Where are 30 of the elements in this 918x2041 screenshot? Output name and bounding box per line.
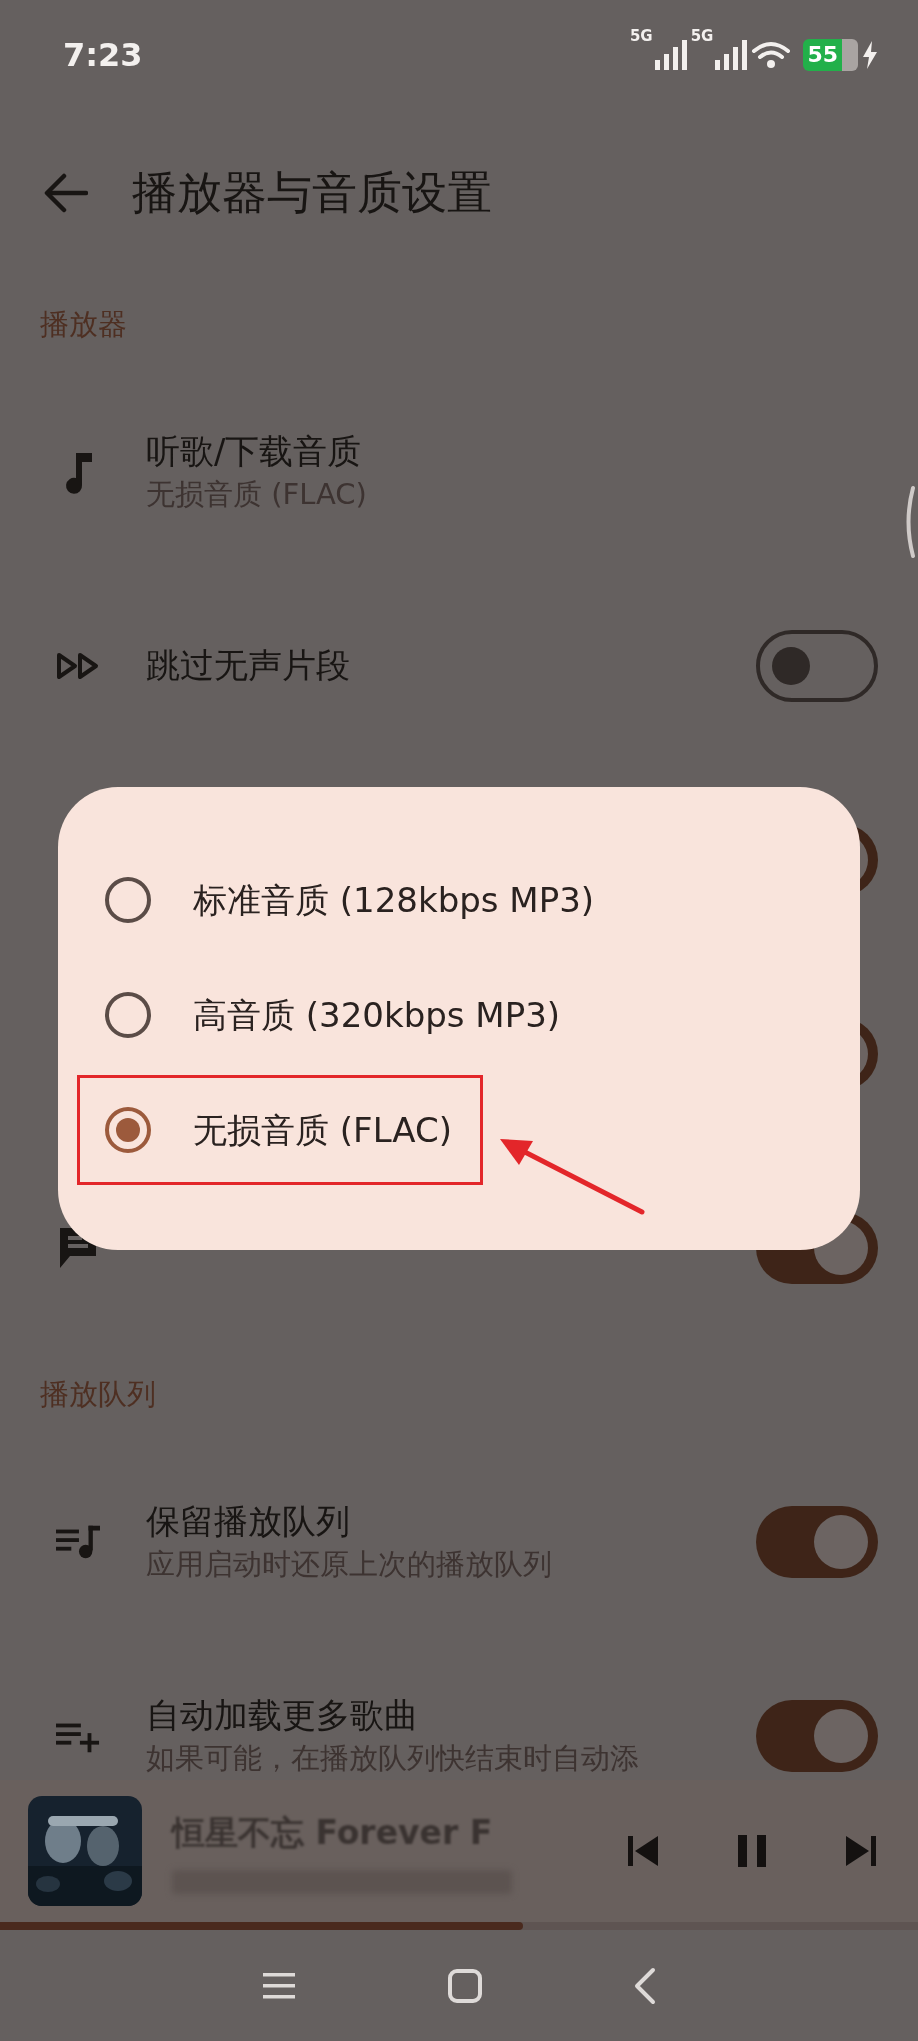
home-button[interactable] [447,1967,483,2004]
network-type: 5G [629,26,653,47]
radio-button[interactable] [105,877,151,923]
option-label[interactable]: 无损音质 (FLAC) [193,1104,453,1156]
radio-button[interactable] [105,992,151,1038]
option-label[interactable]: 高音质 (320kbps MP3) [193,989,561,1041]
queue-music-icon [56,1525,100,1559]
setting-title: 跳过无声片段 [146,644,351,688]
section-header: 播放队列 [39,1376,157,1414]
setting-title: 自动加载更多歌曲 [146,1694,419,1738]
charging-icon [862,41,878,69]
signal-icon [654,40,687,70]
fast-forward-icon [56,652,100,680]
option-label[interactable]: 标准音质 (128kbps MP3) [193,874,595,926]
previous-button[interactable] [626,1834,660,1868]
page-title: 播放器与音质设置 [132,164,492,221]
network-type: 5G [690,26,714,47]
pause-button[interactable] [736,1833,768,1869]
back-button[interactable] [44,172,88,213]
clock-time: 7:23 [63,35,143,76]
toggle-switch[interactable] [756,630,878,702]
setting-title: 保留播放队列 [146,1500,351,1544]
wifi-icon [751,40,792,70]
section-header: 播放器 [39,306,128,344]
signal-icon [715,40,748,70]
next-button[interactable] [844,1834,878,1868]
battery-indicator: 55 [803,39,858,71]
setting-title: 听歌/下载音质 [146,430,363,474]
back-button[interactable] [633,1966,657,2005]
radio-button[interactable] [105,1107,151,1153]
